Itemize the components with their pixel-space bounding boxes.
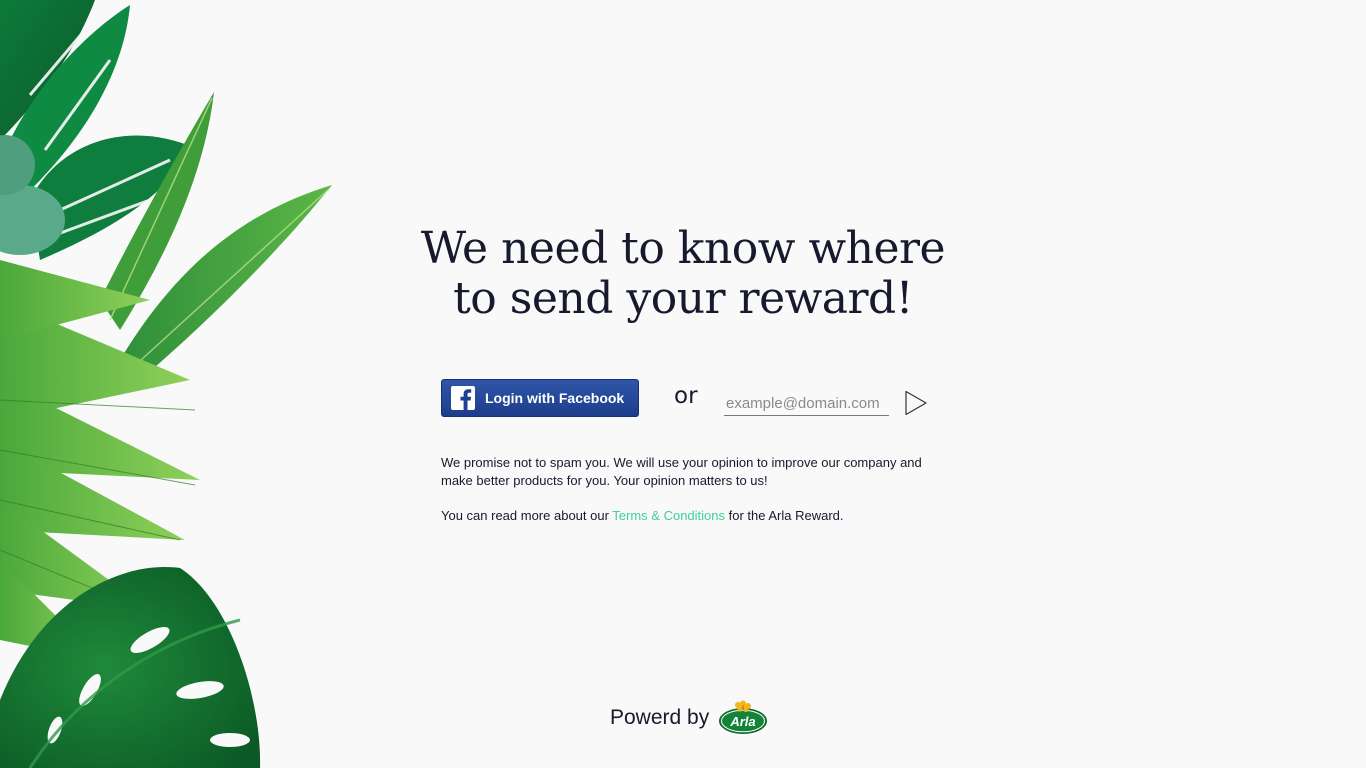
headline-line-1: We need to know where bbox=[420, 223, 946, 274]
arla-logo[interactable]: Arla bbox=[718, 700, 768, 736]
terms-notice: You can read more about our Terms & Cond… bbox=[441, 507, 941, 525]
powered-by-label: Powerd by bbox=[610, 706, 710, 729]
powered-by-footer: Powerd by Arla bbox=[610, 698, 768, 738]
facebook-button-label: Login with Facebook bbox=[485, 390, 625, 406]
facebook-icon bbox=[451, 386, 475, 410]
privacy-promise-text: We promise not to spam you. We will use … bbox=[441, 455, 922, 488]
login-with-facebook-button[interactable]: Login with Facebook bbox=[441, 379, 639, 417]
terms-and-conditions-link[interactable]: Terms & Conditions bbox=[612, 508, 725, 523]
headline-line-2: to send your reward! bbox=[453, 273, 913, 324]
submit-email-button[interactable] bbox=[904, 390, 928, 416]
tropical-leaves-illustration bbox=[0, 0, 332, 768]
or-separator: or bbox=[674, 383, 698, 409]
arla-logo-text: Arla bbox=[730, 714, 756, 729]
terms-suffix: for the Arla Reward. bbox=[725, 508, 844, 523]
reward-page: We need to know where to send your rewar… bbox=[0, 0, 1366, 768]
play-arrow-icon bbox=[905, 390, 927, 416]
page-headline: We need to know where to send your rewar… bbox=[383, 224, 983, 324]
email-input[interactable] bbox=[724, 391, 889, 416]
terms-prefix: You can read more about our bbox=[441, 508, 613, 523]
